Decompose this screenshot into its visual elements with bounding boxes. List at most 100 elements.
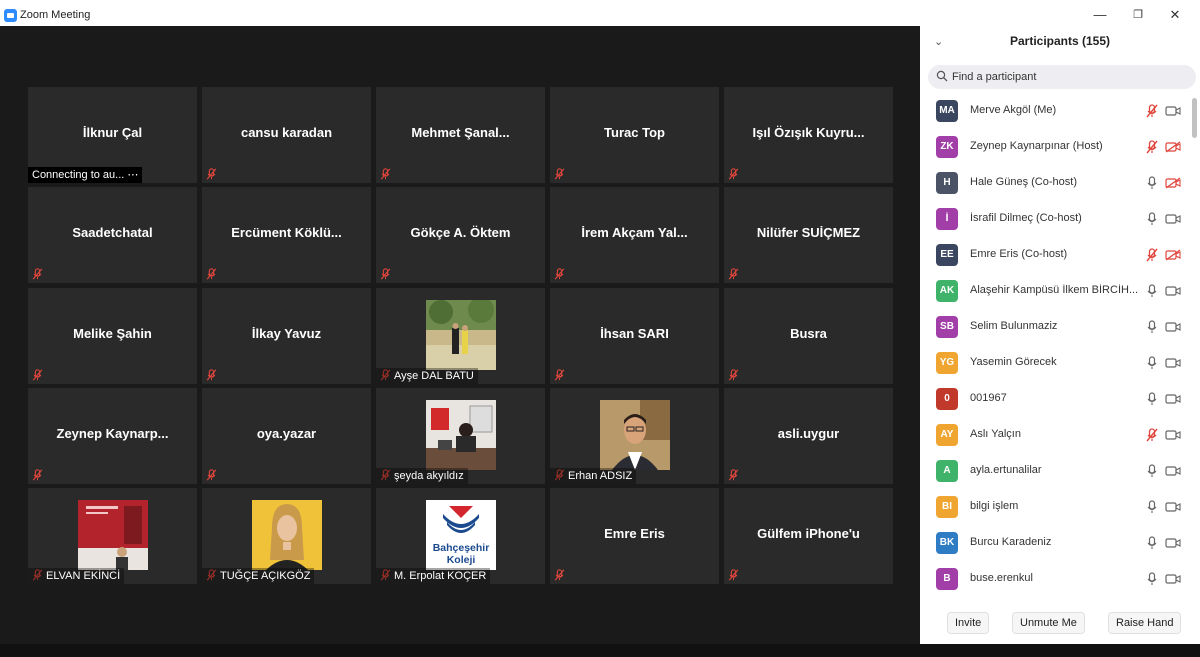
video-thumbnail-poster <box>78 500 148 570</box>
muted-mic-icon <box>1146 140 1158 154</box>
participant-name: 001967 <box>970 392 1007 404</box>
muted-mic-icon <box>32 469 43 481</box>
avatar: B <box>936 568 958 590</box>
video-tile[interactable]: Gülfem iPhone'u <box>724 488 893 584</box>
video-tile[interactable]: TUĞÇE AÇIKGÖZ <box>202 488 371 584</box>
mic-icon[interactable] <box>1146 284 1158 298</box>
participant-name: Hale Güneş (Co-host) <box>970 176 1077 188</box>
minimize-button[interactable]: — <box>1080 6 1120 26</box>
close-button[interactable]: ✕ <box>1155 6 1195 26</box>
video-tile[interactable]: Mehmet Şanal... <box>376 87 545 183</box>
muted-mic-icon <box>554 268 565 280</box>
video-tile[interactable]: ELVAN EKİNCİ <box>28 488 197 584</box>
tile-participant-name: Emre Eris <box>604 526 665 541</box>
video-tile[interactable]: Saadetchatal <box>28 187 197 283</box>
invite-button[interactable]: Invite <box>947 612 990 634</box>
video-icon[interactable] <box>1165 321 1181 333</box>
video-icon[interactable] <box>1165 429 1181 441</box>
participant-row[interactable]: İ İsrafil Dilmeç (Co-host) <box>920 202 1190 238</box>
video-thumbnail-park <box>426 300 496 370</box>
muted-mic-icon <box>206 168 217 180</box>
participant-row[interactable]: Bbuse.erenkul <box>920 562 1190 598</box>
video-thumbnail-portrait <box>600 400 670 470</box>
participant-row[interactable]: H Hale Güneş (Co-host) <box>920 166 1190 202</box>
participant-name: Zeynep Kaynarpınar (Host) <box>970 140 1103 152</box>
participant-row[interactable]: EE Emre Eris (Co-host) <box>920 238 1190 274</box>
video-tile[interactable]: Erhan ADSIZ <box>550 388 719 484</box>
video-tile[interactable]: İlkay Yavuz <box>202 288 371 384</box>
video-tile[interactable]: Nilüfer SUİÇMEZ <box>724 187 893 283</box>
participant-row[interactable]: BK Burcu Karadeniz <box>920 526 1190 562</box>
video-tile[interactable]: Melike Şahin <box>28 288 197 384</box>
mic-icon[interactable] <box>1146 320 1158 334</box>
search-icon <box>936 70 948 82</box>
video-tile[interactable]: Emre Eris <box>550 488 719 584</box>
video-tile[interactable]: Turac Top <box>550 87 719 183</box>
unmute-me-button[interactable]: Unmute Me <box>1012 612 1085 634</box>
participant-row[interactable]: YG Yasemin Görecek <box>920 346 1190 382</box>
participant-list: MA Merve Akgöl (Me) ZK Zeynep Kaynarpınar (… <box>920 94 1190 598</box>
video-icon[interactable] <box>1165 573 1181 585</box>
video-tile[interactable]: Busra <box>724 288 893 384</box>
avatar: AY <box>936 424 958 446</box>
panel-footer: Invite Unmute Me Raise Hand <box>920 612 1200 636</box>
video-tile[interactable]: Bahçeşehir Koleji M. Erpolat KOÇER <box>376 488 545 584</box>
maximize-button[interactable]: ❐ <box>1118 6 1158 26</box>
video-tile[interactable]: oya.yazar <box>202 388 371 484</box>
mic-icon[interactable] <box>1146 212 1158 226</box>
participant-search[interactable] <box>928 65 1196 89</box>
video-icon[interactable] <box>1165 465 1181 477</box>
video-icon[interactable] <box>1165 105 1181 117</box>
participant-row[interactable]: 0 001967 <box>920 382 1190 418</box>
mic-icon[interactable] <box>1146 176 1158 190</box>
video-tile[interactable]: Gökçe A. Öktem <box>376 187 545 283</box>
logo-text-line1: Bahçeşehir <box>433 542 490 554</box>
video-tile[interactable]: İhsan SARI <box>550 288 719 384</box>
video-icon[interactable] <box>1165 213 1181 225</box>
mic-icon[interactable] <box>1146 356 1158 370</box>
muted-mic-icon <box>554 168 565 180</box>
video-tile[interactable]: asli.uygur <box>724 388 893 484</box>
video-off-icon[interactable] <box>1165 141 1181 153</box>
tile-participant-name: Zeynep Kaynarp... <box>56 426 169 441</box>
muted-mic-icon <box>728 469 739 481</box>
participant-list-scrollbar[interactable] <box>1191 94 1197 598</box>
video-icon[interactable] <box>1165 393 1181 405</box>
video-tile[interactable]: Işıl Özışık Kuyru... <box>724 87 893 183</box>
video-tile[interactable]: şeyda akyıldız <box>376 388 545 484</box>
video-icon[interactable] <box>1165 501 1181 513</box>
avatar: ZK <box>936 136 958 158</box>
mic-icon[interactable] <box>1146 572 1158 586</box>
participant-row[interactable]: AY Aslı Yalçın <box>920 418 1190 454</box>
video-off-icon[interactable] <box>1165 249 1181 261</box>
video-icon[interactable] <box>1165 537 1181 549</box>
participant-row[interactable]: MA Merve Akgöl (Me) <box>920 94 1190 130</box>
mic-icon[interactable] <box>1146 536 1158 550</box>
tile-participant-name: Busra <box>790 326 827 341</box>
video-icon[interactable] <box>1165 285 1181 297</box>
avatar: BI <box>936 496 958 518</box>
video-icon[interactable] <box>1165 357 1181 369</box>
tile-participant-name: İhsan SARI <box>600 326 669 341</box>
raise-hand-button[interactable]: Raise Hand <box>1108 612 1182 634</box>
tile-participant-name: Melike Şahin <box>73 326 152 341</box>
participant-row[interactable]: SB Selim Bulunmaziz <box>920 310 1190 346</box>
mic-icon[interactable] <box>1146 464 1158 478</box>
participant-row[interactable]: Aayla.ertunalilar <box>920 454 1190 490</box>
video-off-icon[interactable] <box>1165 177 1181 189</box>
video-tile[interactable]: cansu karadan <box>202 87 371 183</box>
participant-row[interactable]: BI bilgi işlem <box>920 490 1190 526</box>
mic-icon[interactable] <box>1146 500 1158 514</box>
video-tile[interactable]: İlknur Çal Connecting to au... ⋯ <box>28 87 197 183</box>
mic-icon[interactable] <box>1146 392 1158 406</box>
search-input[interactable] <box>952 69 1182 85</box>
avatar: MA <box>936 100 958 122</box>
video-tile[interactable]: Zeynep Kaynarp... <box>28 388 197 484</box>
participant-row[interactable]: AK Alaşehir Kampüsü İlkem BİRCİH... <box>920 274 1190 310</box>
video-tile[interactable]: Ayşe DAL BATU <box>376 288 545 384</box>
participant-row[interactable]: ZK Zeynep Kaynarpınar (Host) <box>920 130 1190 166</box>
video-tile[interactable]: Ercüment Köklü... <box>202 187 371 283</box>
avatar: EE <box>936 244 958 266</box>
video-tile[interactable]: İrem Akçam Yal... <box>550 187 719 283</box>
tile-name-label: Erhan ADSIZ <box>550 468 637 484</box>
